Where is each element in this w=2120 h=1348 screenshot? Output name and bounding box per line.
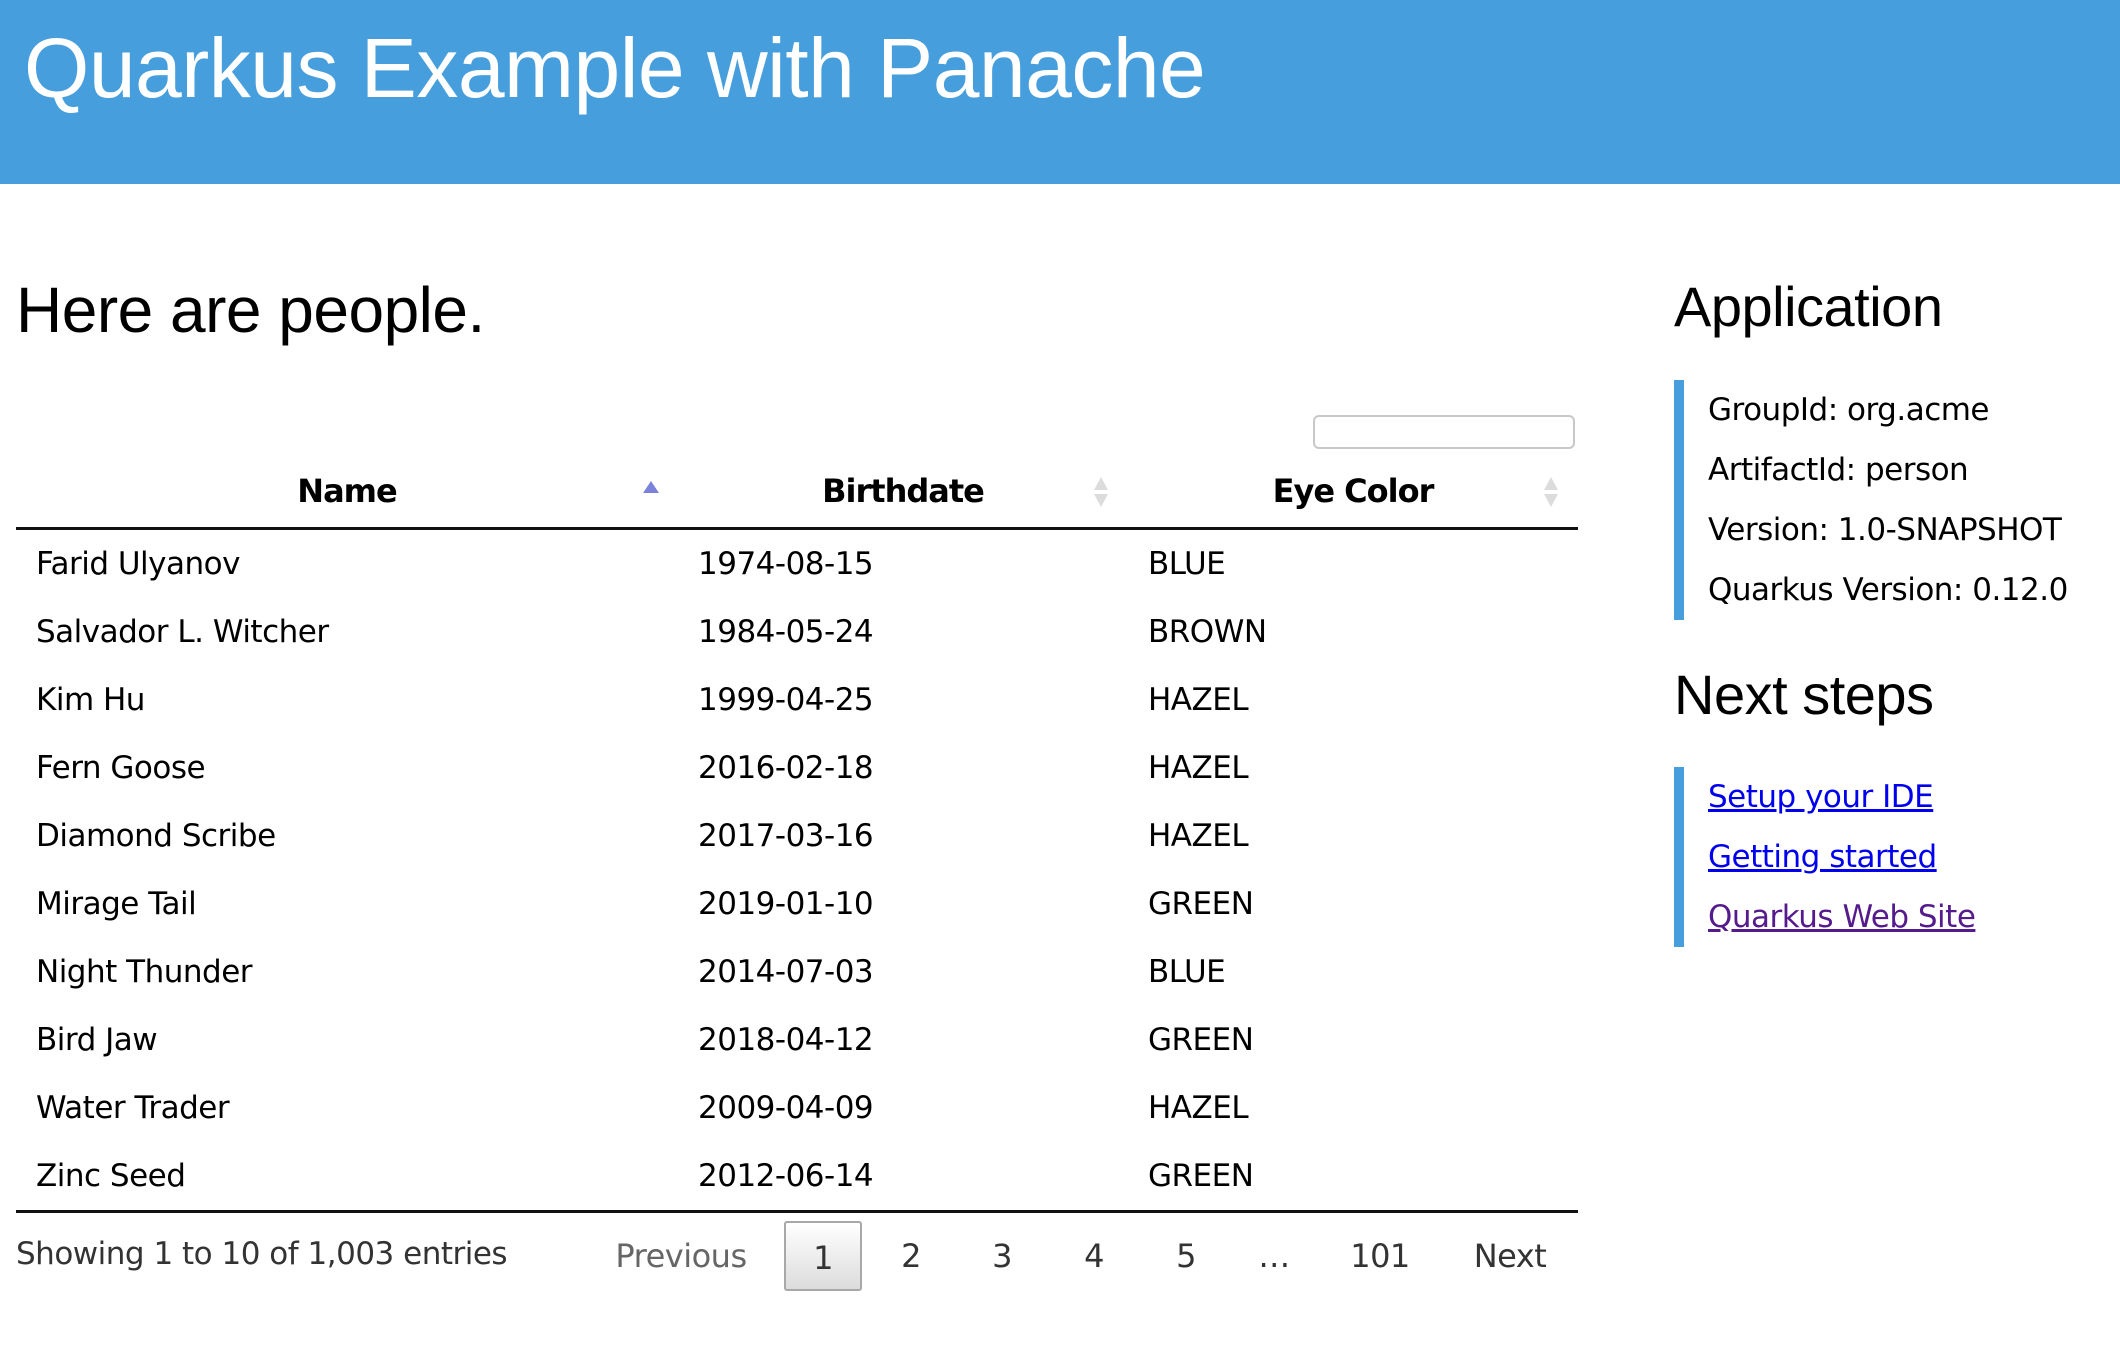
next-page-button[interactable]: Next (1474, 1221, 1547, 1291)
pagination: Previous 1 2 3 4 5 … 101 Next (600, 1221, 1578, 1291)
table-row: Bird Jaw 2018-04-12 GREEN (16, 1006, 1578, 1074)
artifact-id: ArtifactId: person (1708, 452, 1969, 488)
eye-color-cell: BLUE (1148, 954, 1226, 990)
column-header-label: Name (297, 472, 397, 510)
page-button-101[interactable]: 101 (1350, 1221, 1410, 1291)
table-header-row: Name Birthdate Eye Color (16, 455, 1578, 530)
eye-color-cell: HAZEL (1148, 818, 1249, 854)
name-cell: Zinc Seed (16, 1142, 678, 1213)
eye-color-cell: GREEN (1148, 886, 1254, 922)
birthdate-cell: 2017-03-16 (698, 818, 874, 854)
app-title: Quarkus Example with Panache (24, 21, 1206, 115)
sort-both-icon (1544, 477, 1558, 507)
page-button-5[interactable]: 5 (1176, 1221, 1196, 1291)
quarkus-web-site-link[interactable]: Quarkus Web Site (1708, 899, 1976, 935)
sort-both-icon (1094, 477, 1108, 507)
table-row: Diamond Scribe 2017-03-16 HAZEL (16, 802, 1578, 870)
search-input[interactable] (1313, 415, 1575, 449)
birthdate-cell: 2009-04-09 (698, 1090, 874, 1126)
page-title: Here are people. (16, 274, 485, 346)
birthdate-cell: 2018-04-12 (698, 1022, 874, 1058)
page-header: Quarkus Example with Panache (0, 0, 2120, 184)
next-steps-item: Getting started (1708, 827, 1975, 887)
application-heading: Application (1674, 275, 1943, 338)
pagination-ellipsis: … (1258, 1237, 1290, 1275)
birthdate-cell: 2019-01-10 (698, 886, 874, 922)
people-table: Name Birthdate Eye Color Farid Ulyanov 1… (16, 455, 1578, 1213)
eye-color-cell: HAZEL (1148, 750, 1249, 786)
page-button-4[interactable]: 4 (1084, 1221, 1104, 1291)
eye-color-cell: HAZEL (1148, 682, 1249, 718)
table-body: Farid Ulyanov 1974-08-15 BLUE Salvador L. W… (16, 529, 1578, 1213)
eye-color-cell: BLUE (1148, 546, 1226, 582)
quarkus-version: Quarkus Version: 0.12.0 (1708, 572, 2068, 608)
column-header-label: Eye Color (1272, 472, 1435, 510)
table-row: Zinc Seed 2012-06-14 GREEN (16, 1142, 1578, 1213)
people-table-container: Name Birthdate Eye Color Farid Ulyanov 1… (16, 455, 1578, 1213)
application-info-list: GroupId: org.acme ArtifactId: person Ver… (1674, 380, 2068, 620)
table-row: Fern Goose 2016-02-18 HAZEL (16, 734, 1578, 802)
eye-color-cell: GREEN (1148, 1022, 1254, 1058)
eye-color-cell: GREEN (1128, 1142, 1578, 1213)
table-row: Salvador L. Witcher 1984-05-24 BROWN (16, 598, 1578, 666)
birthdate-cell: 1974-08-15 (698, 546, 874, 582)
name-cell: Fern Goose (36, 750, 206, 786)
birthdate-cell: 2012-06-14 (678, 1142, 1128, 1213)
birthdate-cell: 2016-02-18 (698, 750, 874, 786)
birthdate-cell: 1984-05-24 (698, 614, 874, 650)
column-header-name[interactable]: Name (16, 455, 678, 530)
group-id: GroupId: org.acme (1708, 392, 1990, 428)
column-header-birthdate[interactable]: Birthdate (678, 455, 1128, 530)
setup-ide-link[interactable]: Setup your IDE (1708, 779, 1934, 815)
eye-color-cell: HAZEL (1148, 1090, 1249, 1126)
name-cell: Night Thunder (36, 954, 253, 990)
table-row: Water Trader 2009-04-09 HAZEL (16, 1074, 1578, 1142)
version: Version: 1.0-SNAPSHOT (1708, 512, 2062, 548)
next-steps-item: Quarkus Web Site (1708, 887, 1976, 947)
next-steps-heading: Next steps (1674, 663, 1934, 726)
column-header-eye-color[interactable]: Eye Color (1128, 455, 1578, 530)
page-button-3[interactable]: 3 (992, 1221, 1012, 1291)
table-row: Kim Hu 1999-04-25 HAZEL (16, 666, 1578, 734)
name-cell: Bird Jaw (36, 1022, 158, 1058)
table-row: Mirage Tail 2019-01-10 GREEN (16, 870, 1578, 938)
table-info: Showing 1 to 10 of 1,003 entries (16, 1236, 508, 1272)
sort-ascending-icon (643, 481, 659, 493)
getting-started-link[interactable]: Getting started (1708, 839, 1937, 875)
birthdate-cell: 2014-07-03 (698, 954, 874, 990)
table-row: Farid Ulyanov 1974-08-15 BLUE (16, 529, 1578, 599)
next-steps-list: Setup your IDE Getting started Quarkus W… (1674, 767, 1976, 947)
name-cell: Kim Hu (36, 682, 145, 718)
name-cell: Mirage Tail (36, 886, 197, 922)
name-cell: Diamond Scribe (36, 818, 276, 854)
next-steps-item: Setup your IDE (1708, 767, 1975, 827)
name-cell: Farid Ulyanov (36, 546, 240, 582)
table-row: Night Thunder 2014-07-03 BLUE (16, 938, 1578, 1006)
name-cell: Water Trader (36, 1090, 230, 1126)
page-button-2[interactable]: 2 (901, 1221, 921, 1291)
page-button-1[interactable]: 1 (784, 1221, 862, 1291)
column-header-label: Birthdate (822, 472, 985, 510)
previous-page-button[interactable]: Previous (615, 1221, 747, 1291)
name-cell: Salvador L. Witcher (36, 614, 329, 650)
eye-color-cell: BROWN (1148, 614, 1267, 650)
birthdate-cell: 1999-04-25 (698, 682, 874, 718)
